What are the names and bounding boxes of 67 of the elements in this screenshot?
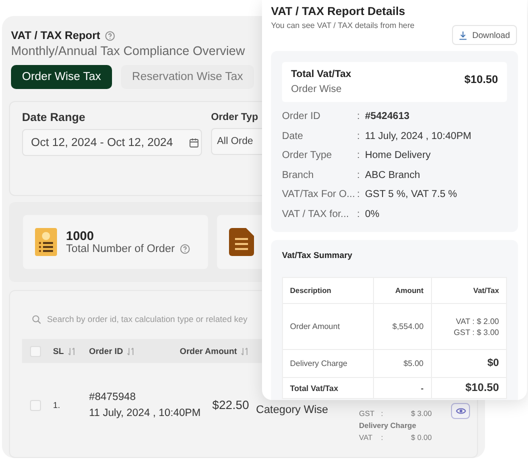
stat-label: Total Number of Order — [66, 243, 175, 255]
detail-value: ABC Branch — [365, 170, 422, 181]
detail-value: #5424613 — [365, 111, 410, 122]
order-amount: $22.50 — [211, 398, 250, 412]
download-button[interactable]: Download — [452, 25, 517, 45]
sort-icon[interactable] — [127, 346, 136, 356]
separator: : — [357, 150, 361, 162]
help-icon — [180, 244, 190, 254]
detail-label: Order Type — [282, 150, 333, 162]
details-title: VAT / TAX Report Details — [271, 6, 406, 18]
separator: : — [357, 208, 361, 220]
detail-label: Order ID — [282, 111, 322, 122]
filter-label: Date Range — [22, 112, 86, 124]
order-date: 11 July, 2024 , 10:40PM — [89, 406, 201, 421]
calendar-icon — [188, 138, 199, 148]
detail-label: Branch — [282, 170, 315, 181]
order-id: #8475948 — [89, 390, 137, 405]
column-header: Order Amount — [180, 346, 237, 356]
date-range-field[interactable]: Oct 12, 2024 - Oct 12, 2024 — [22, 129, 202, 156]
table-cell: - — [373, 378, 432, 398]
view-button[interactable] — [451, 403, 470, 419]
download-icon — [459, 30, 468, 40]
report-title: VAT / TAX Report — [11, 30, 100, 42]
table-cell: Total Vat/Tax — [282, 378, 374, 398]
separator: : — [357, 189, 361, 200]
detail-value: GST 5 %, VAT 7.5 % — [365, 189, 458, 200]
detail-value: 11 July, 2024 , 10:40PM — [365, 130, 472, 142]
detail-label: VAT/Tax For O... — [282, 189, 356, 200]
order-list-icon — [35, 228, 57, 256]
total-amount: $10.50 — [464, 74, 498, 86]
separator: : — [357, 130, 361, 142]
help-icon — [105, 31, 116, 41]
table-cell: Order Amount — [282, 304, 374, 350]
document-icon — [229, 228, 254, 256]
checkbox[interactable] — [30, 400, 41, 410]
filter-label: Order Typ — [211, 112, 260, 123]
order-type-select[interactable]: All Orde — [211, 128, 263, 155]
search-icon — [32, 314, 41, 324]
table-cell: VAT : $ 2.00 GST : $ 3.00 — [431, 304, 506, 350]
table-cell: Delivery Charge — [282, 350, 374, 378]
separator: : — [357, 170, 361, 181]
report-subtitle: Monthly/Annual Tax Compliance Overview — [10, 44, 246, 58]
detail-value: Home Delivery — [365, 150, 432, 162]
table-cell: $,554.00 — [373, 304, 432, 350]
eye-icon — [456, 407, 466, 415]
tab[interactable]: Reservation Wise Tax — [121, 65, 254, 89]
table-cell: $10.50 — [431, 378, 506, 398]
search-field[interactable]: Search by order id, tax calculation type or related key — [47, 314, 252, 324]
detail-label: Date — [282, 130, 304, 142]
total-label: Total Vat/Tax — [291, 69, 352, 80]
details-subtitle: You can see VAT / TAX details from here — [271, 21, 414, 30]
table-cell: $5.00 — [373, 350, 432, 378]
detail-label: VAT / TAX for... — [282, 208, 350, 220]
tax-type: Category Wise — [255, 404, 330, 416]
total-sublabel: Order Wise — [291, 84, 343, 95]
detail-value: 0% — [365, 208, 380, 220]
column-header: Order ID — [89, 346, 124, 356]
sort-icon[interactable] — [68, 346, 76, 356]
separator: : — [357, 111, 361, 122]
sort-icon[interactable] — [241, 346, 249, 356]
tab[interactable]: Order Wise Tax — [11, 65, 112, 89]
table-cell: $0 — [431, 350, 506, 378]
checkbox[interactable] — [30, 346, 41, 356]
serial-number: 1. — [53, 400, 62, 410]
column-header: SL — [53, 346, 64, 356]
summary-title: Vat/Tax Summary — [282, 250, 354, 260]
stat-value: 1000 — [66, 229, 95, 243]
